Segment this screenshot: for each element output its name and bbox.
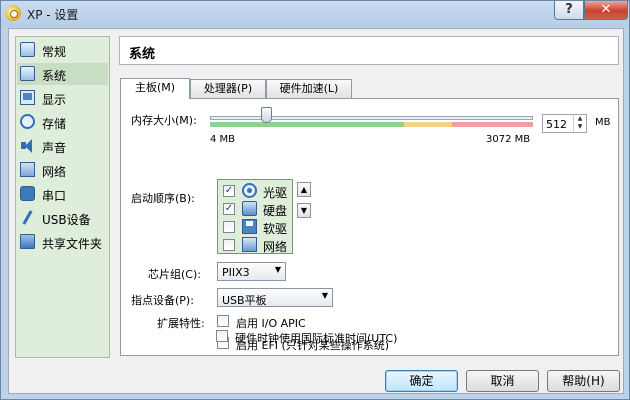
system-icon [20, 66, 35, 81]
spin-buttons: ▲ ▼ [573, 115, 586, 132]
sidebar-item-system[interactable]: 系统 [17, 63, 108, 85]
extended-features-label: 扩展特性: [157, 317, 205, 330]
network-icon [20, 162, 35, 177]
sidebar-item-label: 网络 [42, 165, 67, 179]
help-button[interactable]: 帮助(H) [547, 370, 620, 392]
sidebar-item-network[interactable]: 网络 [17, 159, 108, 181]
settings-window: XP - 设置 ? ✕ 常规 系统 显示 存储 声音 网络 串口 USB设备 共… [0, 0, 630, 400]
boot-item-optical[interactable]: ✓ 光驱 [218, 182, 292, 200]
sidebar-item-label: 串口 [42, 189, 67, 203]
memory-max-label: 3072 MB [486, 134, 531, 145]
sidebar-item-audio[interactable]: 声音 [17, 135, 108, 157]
optical-drive-icon [242, 183, 257, 198]
virtualbox-gear-icon [5, 5, 21, 21]
boot-optical-checkbox[interactable]: ✓ [223, 185, 235, 197]
motherboard-panel: 内存大小(M): 4 MB 3072 MB 512 ▲ ▼ MB 启动顺序(B)… [120, 98, 619, 356]
move-down-button[interactable]: ▼ [297, 203, 311, 218]
memory-slider-handle[interactable] [261, 107, 272, 123]
close-button[interactable]: ✕ [584, 1, 628, 20]
pointing-device-label: 指点设备(P): [131, 294, 194, 307]
memory-slider-track[interactable] [210, 116, 533, 120]
cancel-button[interactable]: 取消 [466, 370, 539, 392]
network-boot-icon [242, 237, 257, 252]
memory-size-value: 512 [546, 118, 567, 131]
sidebar-item-label: USB设备 [42, 213, 91, 227]
spin-up-icon[interactable]: ▲ [574, 115, 586, 123]
section-header: 系统 [119, 36, 619, 65]
display-icon [20, 90, 35, 105]
chipset-label: 芯片组(C): [148, 268, 201, 281]
pointing-device-value: USB平板 [222, 294, 267, 307]
usb-icon [20, 210, 35, 225]
boot-item-label: 硬盘 [263, 204, 288, 218]
io-apic-label: 启用 I/O APIC [236, 317, 306, 330]
boot-item-label: 软驱 [263, 222, 288, 236]
boot-item-floppy[interactable]: 软驱 [218, 218, 292, 236]
sidebar-item-label: 存储 [42, 117, 67, 131]
boot-item-label: 网络 [263, 240, 288, 254]
tab-processor[interactable]: 处理器(P) [190, 79, 266, 98]
utc-clock-option[interactable]: 硬件时钟使用国际标准时间(UTC) [216, 330, 476, 345]
title-bar[interactable]: XP - 设置 ? ✕ [1, 1, 629, 27]
spin-down-icon[interactable]: ▼ [574, 123, 586, 131]
tab-motherboard[interactable]: 主板(M) [120, 78, 190, 99]
sidebar-item-label: 共享文件夹 [42, 237, 103, 251]
memory-unit-label: MB [595, 117, 611, 128]
utc-clock-label: 硬件时钟使用国际标准时间(UTC) [235, 332, 398, 345]
sidebar-item-serial-ports[interactable]: 串口 [17, 183, 108, 205]
sidebar-item-shared-folders[interactable]: 共享文件夹 [17, 231, 108, 253]
floppy-icon [242, 219, 257, 234]
move-up-button[interactable]: ▲ [297, 182, 311, 197]
memory-size-spinbox[interactable]: 512 ▲ ▼ [542, 114, 587, 133]
page-title: 系统 [129, 47, 156, 62]
sidebar-item-usb[interactable]: USB设备 [17, 207, 108, 229]
help-titlebar-button[interactable]: ? [554, 1, 584, 20]
general-icon [20, 42, 35, 57]
memory-size-label: 内存大小(M): [131, 114, 197, 127]
tab-acceleration[interactable]: 硬件加速(L) [266, 79, 352, 98]
sidebar-item-general[interactable]: 常规 [17, 39, 108, 61]
ok-button[interactable]: 确定 [385, 370, 458, 392]
window-title: XP - 设置 [27, 8, 79, 22]
chevron-down-icon: ▼ [321, 291, 328, 300]
boot-item-label: 光驱 [263, 186, 288, 200]
boot-order-list: ✓ 光驱 ✓ 硬盘 软驱 网络 [217, 179, 293, 254]
audio-icon [20, 138, 35, 153]
memory-slider-scale [210, 122, 533, 127]
sidebar-item-label: 声音 [42, 141, 67, 155]
utc-clock-checkbox[interactable] [216, 330, 228, 342]
dialog-client-area: 常规 系统 显示 存储 声音 网络 串口 USB设备 共享文件夹 系统 主板(M… [8, 28, 624, 394]
chipset-value: PIIX3 [222, 266, 250, 279]
boot-hard-disk-checkbox[interactable]: ✓ [223, 203, 235, 215]
sidebar-item-storage[interactable]: 存储 [17, 111, 108, 133]
boot-floppy-checkbox[interactable] [223, 221, 235, 233]
hard-disk-icon [242, 201, 257, 216]
storage-icon [20, 114, 35, 129]
sidebar-item-label: 显示 [42, 93, 67, 107]
sidebar-item-label: 常规 [42, 45, 67, 59]
pointing-device-dropdown[interactable]: USB平板 ▼ [217, 288, 333, 307]
shared-folder-icon [20, 234, 35, 249]
boot-order-label: 启动顺序(B): [131, 192, 195, 205]
sidebar-item-label: 系统 [42, 69, 67, 83]
boot-item-hard-disk[interactable]: ✓ 硬盘 [218, 200, 292, 218]
memory-min-label: 4 MB [210, 134, 236, 145]
settings-sidebar: 常规 系统 显示 存储 声音 网络 串口 USB设备 共享文件夹 [15, 36, 110, 358]
boot-network-checkbox[interactable] [223, 239, 235, 251]
chipset-dropdown[interactable]: PIIX3 ▼ [217, 262, 286, 281]
serial-port-icon [20, 186, 35, 201]
chevron-down-icon: ▼ [274, 265, 281, 274]
io-apic-option[interactable]: 启用 I/O APIC [217, 315, 477, 330]
io-apic-checkbox[interactable] [217, 315, 229, 327]
sidebar-item-display[interactable]: 显示 [17, 87, 108, 109]
boot-item-network[interactable]: 网络 [218, 236, 292, 254]
